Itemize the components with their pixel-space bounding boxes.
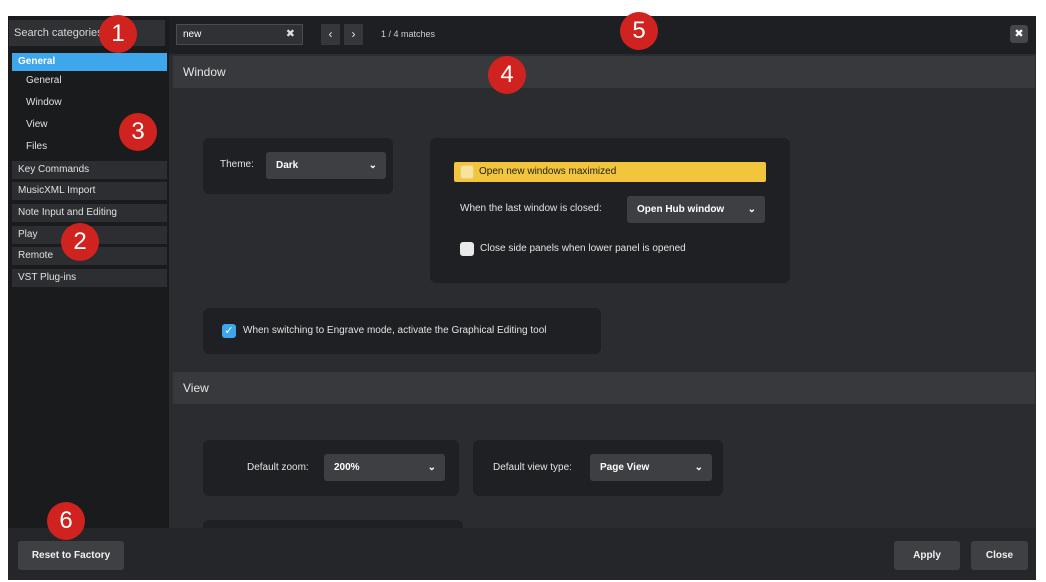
close-side-panels-checkbox[interactable] [460,242,474,256]
preferences-dialog: Search categories General General Window… [8,16,1036,580]
default-view-label: Default view type: [493,462,572,473]
engrave-mode-panel: ✓ When switching to Engrave mode, activa… [203,308,601,354]
callout-marker-2: 2 [61,223,99,261]
callout-marker-1: 1 [99,15,137,53]
callout-marker-5: 5 [620,12,658,50]
next-match-button[interactable]: › [344,24,363,45]
default-view-dropdown[interactable]: Page View ⌄ [590,454,712,481]
preferences-content: Window Theme: Dark ⌄ Open new windows ma… [173,54,1036,528]
callout-marker-6: 6 [47,502,85,540]
category-musicxml-import[interactable]: MusicXML Import [12,182,167,200]
window-behavior-panel: Open new windows maximized When the last… [430,138,790,283]
clear-icon[interactable]: ✖ [286,25,295,44]
default-view-panel: Default view type: Page View ⌄ [473,440,723,496]
find-input[interactable]: new ✖ [176,24,303,45]
apply-button[interactable]: Apply [894,541,960,570]
engrave-mode-label: When switching to Engrave mode, activate… [243,325,547,336]
chevron-down-icon: ⌄ [747,204,756,215]
category-general[interactable]: General [12,53,167,71]
callout-marker-4: 4 [488,56,526,94]
last-window-label: When the last window is closed: [460,203,602,214]
subcategory-window[interactable]: Window [26,94,156,112]
window-section-header: Window [173,56,1035,88]
close-find-bar-button[interactable]: ✖ [1010,25,1028,43]
view-section-header: View [173,372,1035,404]
category-search-input[interactable]: Search categories [9,20,165,46]
callout-marker-3: 3 [119,113,157,151]
open-maximized-checkbox[interactable] [460,165,474,179]
open-maximized-label: Open new windows maximized [479,166,617,177]
chevron-down-icon: ⌄ [368,160,377,171]
last-window-dropdown[interactable]: Open Hub window ⌄ [627,196,765,223]
default-zoom-dropdown[interactable]: 200% ⌄ [324,454,445,481]
theme-label: Theme: [220,159,254,170]
match-count: 1 / 4 matches [381,29,436,39]
category-key-commands[interactable]: Key Commands [12,161,167,179]
subcategory-general[interactable]: General [26,72,156,90]
view-panel-partial [203,520,463,528]
open-maximized-option[interactable]: Open new windows maximized [454,162,766,182]
theme-value: Dark [276,160,299,171]
reset-to-factory-button[interactable]: Reset to Factory [18,541,124,570]
previous-match-button[interactable]: ‹ [321,24,340,45]
chevron-down-icon: ⌄ [694,462,703,473]
chevron-down-icon: ⌄ [427,462,436,473]
default-zoom-label: Default zoom: [247,462,309,473]
dialog-footer: Reset to Factory Apply Close [8,528,1036,580]
category-note-input-editing[interactable]: Note Input and Editing [12,204,167,222]
last-window-value: Open Hub window [637,204,725,215]
close-side-panels-label: Close side panels when lower panel is op… [480,243,686,254]
engrave-mode-checkbox[interactable]: ✓ [222,324,236,338]
find-input-value: new [183,29,202,40]
close-button[interactable]: Close [971,541,1028,570]
default-view-value: Page View [600,462,650,473]
default-zoom-value: 200% [334,462,360,473]
theme-dropdown[interactable]: Dark ⌄ [266,152,386,179]
theme-panel: Theme: Dark ⌄ [203,138,393,194]
find-bar: new ✖ ‹ › 1 / 4 matches ✖ [169,16,1036,54]
default-zoom-panel: Default zoom: 200% ⌄ [203,440,459,496]
category-sidebar: Search categories General General Window… [8,16,169,528]
category-vst-plugins[interactable]: VST Plug-ins [12,269,167,287]
